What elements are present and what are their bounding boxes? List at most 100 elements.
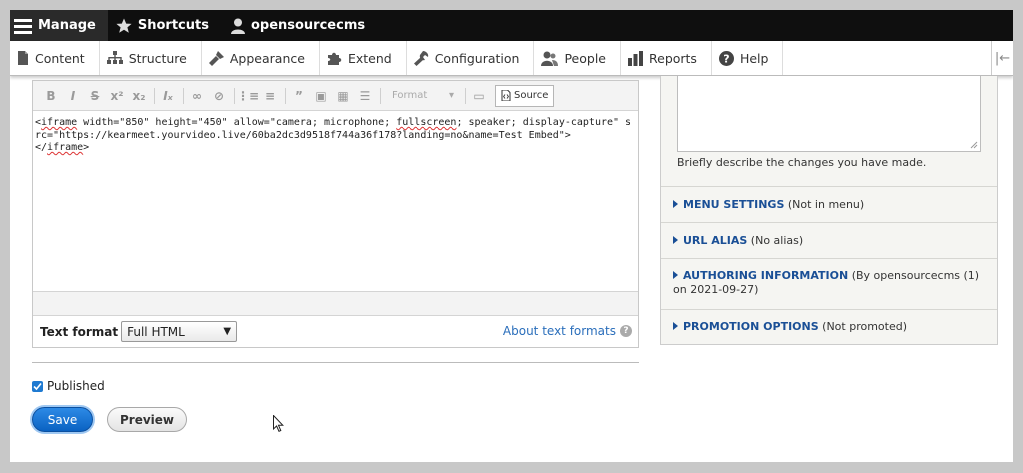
superscript-button[interactable]: x² bbox=[107, 86, 127, 106]
code-text: iframe bbox=[41, 117, 78, 128]
menu-icon bbox=[14, 18, 32, 34]
remove-format-button[interactable]: Iₓ bbox=[158, 86, 178, 106]
details-summary: AUTHORING INFORMATION bbox=[683, 269, 849, 282]
strikethrough-button[interactable]: S bbox=[85, 86, 105, 106]
revision-log-description: Briefly describe the changes you have ma… bbox=[677, 156, 927, 169]
puzzle-icon bbox=[327, 52, 342, 65]
source-button[interactable]: Source bbox=[495, 84, 555, 107]
select-arrow-icon: ▼ bbox=[223, 326, 232, 337]
details-promotion-options[interactable]: PROMOTION OPTIONS (Not promoted) bbox=[661, 309, 997, 344]
toolbar-orientation-toggle[interactable]: |← bbox=[991, 41, 1013, 75]
tab-extend[interactable]: Extend bbox=[320, 41, 407, 75]
horizontal-line-button[interactable]: ☰ bbox=[355, 86, 375, 106]
preview-button[interactable]: Preview bbox=[107, 407, 187, 432]
tab-configuration-label: Configuration bbox=[434, 50, 520, 66]
code-text: iframe bbox=[47, 142, 84, 153]
resize-grip-icon[interactable] bbox=[970, 141, 978, 149]
bulleted-list-button[interactable]: ⋮≡ bbox=[237, 86, 259, 106]
expand-triangle-icon bbox=[673, 271, 678, 279]
tab-reports[interactable]: Reports bbox=[621, 41, 712, 75]
tab-structure-label: Structure bbox=[128, 50, 187, 66]
tab-help-label: Help bbox=[739, 50, 769, 66]
toolbar-separator bbox=[380, 87, 381, 104]
details-url-alias[interactable]: URL ALIAS (No alias) bbox=[661, 222, 997, 258]
toolbar-separator bbox=[234, 87, 235, 104]
expand-triangle-icon bbox=[673, 236, 678, 244]
text-format-label: Text format bbox=[40, 324, 119, 339]
body-editor: B I S x² x₂ Iₓ ∞ ⊘ ⋮≡ ≡ ” ▣ ▦ ☰ Format ▾… bbox=[32, 80, 639, 348]
admin-tray: Content Structure Appearance Extend Conf… bbox=[10, 41, 1013, 76]
toolbar-manage[interactable]: Manage bbox=[10, 10, 108, 41]
code-text: fullscreen bbox=[396, 117, 457, 128]
expand-triangle-icon bbox=[673, 322, 678, 330]
published-checkbox[interactable] bbox=[32, 380, 43, 392]
format-dropdown[interactable]: Format ▾ bbox=[388, 86, 458, 106]
unlink-button[interactable]: ⊘ bbox=[209, 86, 229, 106]
people-icon bbox=[541, 51, 559, 66]
bar-chart-icon bbox=[628, 50, 643, 66]
user-icon bbox=[230, 18, 245, 34]
subscript-button[interactable]: x₂ bbox=[129, 86, 149, 106]
source-code-textarea[interactable]: <iframe width="850" height="450" allow="… bbox=[33, 117, 638, 295]
numbered-list-button[interactable]: ≡ bbox=[260, 86, 280, 106]
about-text-formats-link[interactable]: About text formats ? bbox=[503, 324, 632, 338]
tab-content[interactable]: Content bbox=[10, 41, 100, 75]
toolbar-separator bbox=[183, 87, 184, 104]
question-icon: ? bbox=[620, 325, 632, 337]
editor-toolbar: B I S x² x₂ Iₓ ∞ ⊘ ⋮≡ ≡ ” ▣ ▦ ☰ Format ▾… bbox=[33, 81, 638, 111]
checkmark-icon bbox=[33, 382, 42, 390]
details-summary: MENU SETTINGS bbox=[683, 198, 785, 211]
published-checkbox-row[interactable]: Published bbox=[32, 379, 105, 393]
about-text-formats-label: About text formats bbox=[502, 324, 616, 338]
form-divider bbox=[32, 362, 639, 363]
revision-log-textarea[interactable] bbox=[677, 76, 981, 152]
svg-text:?: ? bbox=[723, 52, 729, 65]
text-format-select[interactable]: Full HTML ▼ bbox=[121, 321, 238, 342]
link-button[interactable]: ∞ bbox=[187, 86, 207, 106]
meta-sidebar: Briefly describe the changes you have ma… bbox=[660, 76, 998, 345]
tab-people[interactable]: People bbox=[534, 41, 621, 75]
code-text: width="850" height="450" allow="camera; … bbox=[77, 117, 397, 128]
details-summary: PROMOTION OPTIONS bbox=[683, 320, 819, 333]
details-note: (No alias) bbox=[750, 234, 804, 247]
tab-help[interactable]: ? Help bbox=[712, 41, 784, 75]
tab-appearance[interactable]: Appearance bbox=[202, 41, 320, 75]
details-menu-settings[interactable]: MENU SETTINGS (Not in menu) bbox=[661, 186, 997, 222]
orientation-icon: |← bbox=[994, 50, 1011, 66]
editor-status-bar bbox=[33, 291, 638, 315]
toolbar-user[interactable]: opensourcecms bbox=[221, 10, 377, 41]
structure-icon bbox=[106, 51, 123, 64]
mouse-cursor-icon bbox=[273, 415, 284, 432]
tab-structure[interactable]: Structure bbox=[100, 41, 202, 75]
star-icon bbox=[116, 18, 132, 33]
tab-content-label: Content bbox=[35, 50, 85, 66]
image-button[interactable]: ▣ bbox=[311, 86, 331, 106]
toolbar-user-label: opensourcecms bbox=[250, 18, 366, 33]
toolbar-separator bbox=[465, 87, 466, 104]
text-format-row: Text format Full HTML ▼ About text forma… bbox=[33, 315, 638, 347]
toolbar-manage-label: Manage bbox=[38, 18, 96, 33]
code-text: > bbox=[83, 142, 90, 153]
document-icon bbox=[18, 51, 28, 65]
dropdown-arrow-icon: ▾ bbox=[448, 90, 454, 101]
blockquote-button[interactable]: ” bbox=[289, 86, 309, 106]
toolbar-separator bbox=[285, 87, 286, 104]
tab-appearance-label: Appearance bbox=[229, 50, 305, 66]
details-authoring-information[interactable]: AUTHORING INFORMATION (By opensourcecms … bbox=[661, 258, 997, 309]
maximize-button[interactable]: ▭ bbox=[469, 86, 489, 106]
details-note: (Not in menu) bbox=[787, 198, 865, 211]
tab-configuration[interactable]: Configuration bbox=[407, 41, 535, 75]
drupal-admin-window: Manage Shortcuts opensourcecms Content S… bbox=[10, 10, 1013, 462]
source-button-label: Source bbox=[514, 90, 549, 101]
expand-triangle-icon bbox=[673, 200, 678, 208]
save-button[interactable]: Save bbox=[32, 407, 93, 432]
toolbar-shortcuts[interactable]: Shortcuts bbox=[108, 10, 221, 41]
admin-toolbar: Manage Shortcuts opensourcecms bbox=[10, 10, 1013, 41]
italic-button[interactable]: I bbox=[63, 86, 83, 106]
table-button[interactable]: ▦ bbox=[333, 86, 353, 106]
wrench-icon bbox=[413, 50, 428, 66]
tab-reports-label: Reports bbox=[649, 50, 697, 66]
bold-button[interactable]: B bbox=[41, 86, 61, 106]
format-dropdown-label: Format bbox=[392, 90, 428, 101]
details-note: (Not promoted) bbox=[822, 320, 908, 333]
